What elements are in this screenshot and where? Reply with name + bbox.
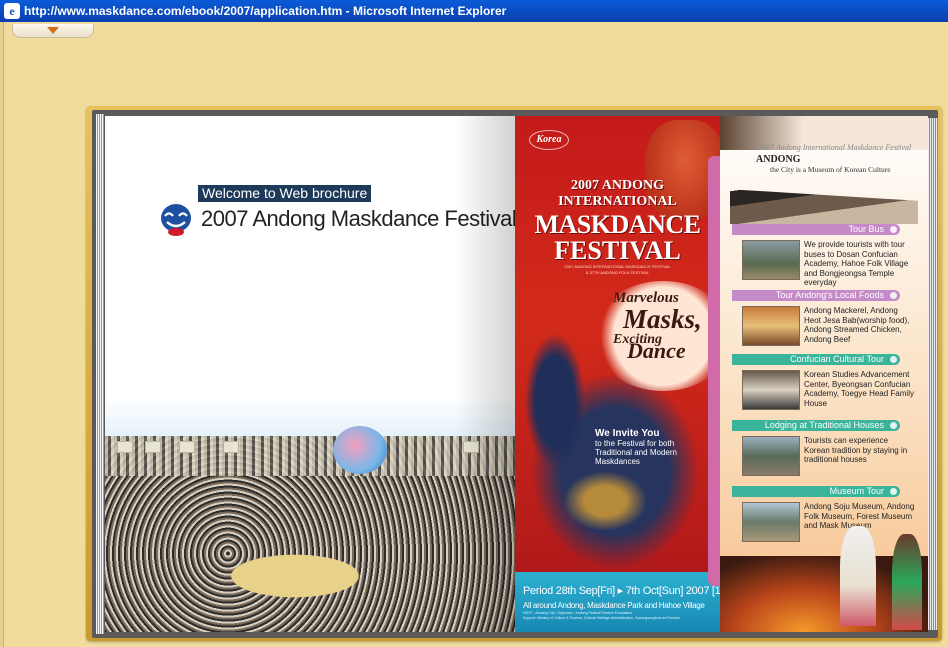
section-title: Tour Bus [848,224,884,234]
festival-poster-page[interactable]: Korea 2007 ANDONG INTERNATIONAL MASKDANC… [515,116,720,632]
invite-text: to the Festival for both Traditional and… [595,439,677,466]
section-local-foods: Tour Andong's Local Foods [732,290,900,301]
hot-air-balloon [333,426,387,474]
hanok-roof-image [730,189,918,224]
city-tagline: the City is a Museum of Korean Culture [770,165,891,174]
stadium-stands [105,436,515,476]
left-page-stack-edge[interactable] [96,114,104,634]
page-tab-edge [708,156,720,586]
mask-dancer-image [840,526,876,626]
welcome-badge: Welcome to Web brochure [198,185,372,202]
section-title: Museum Tour [829,486,884,496]
local-foods-photo [742,306,800,346]
flag-banner [145,441,161,453]
bullet-icon [890,356,897,363]
section-title: Lodging at Traditional Houses [764,420,884,430]
poster-title-line: INTERNATIONAL [558,194,677,209]
triangle-down-icon [47,27,59,34]
ebook-right-page[interactable]: 2007 Andong International Maskdance Fest… [720,116,928,632]
section-title: Confucian Cultural Tour [790,354,884,364]
traditional-lodging-photo [742,436,800,476]
window-left-border [0,22,4,647]
poster-subtitle: 2007 ANDONG INTERNATIONAL MASKDANCE FEST… [564,264,671,269]
flag-banner [117,441,133,453]
korea-logo: Korea [529,130,569,150]
flag-banner [179,441,195,453]
confucian-tour-photo [742,370,800,410]
poster-title-line: 2007 ANDONG [571,178,664,193]
window-title-bar[interactable]: e http://www.maskdance.com/ebook/2007/ap… [0,0,948,22]
section-museum-tour: Museum Tour [732,486,900,497]
section-traditional-lodging: Lodging at Traditional Houses [732,420,900,431]
bullet-icon [890,226,897,233]
slogan-dance: Dance [627,338,686,363]
section-confucian-tour: Confucian Cultural Tour [732,354,900,365]
flag-banner [223,441,239,453]
section-description: Korean Studies Advancement Center, Byeon… [804,370,914,408]
ebook-left-page[interactable]: Welcome to Web brochure 2007 Andong Mask… [105,116,515,632]
page-fold-shadow [455,116,515,632]
andong-heading: ANDONG [756,154,801,165]
invite-title: We Invite You [595,428,660,439]
festival-host: HOST : Andong City / Organizer : Andong … [523,611,633,615]
poster-title-line: FESTIVAL [554,236,681,265]
ie-icon[interactable]: e [4,3,20,19]
right-page-stack-edge[interactable] [928,118,938,630]
bullet-icon [890,292,897,299]
menu-dropdown-tab[interactable] [12,24,94,38]
slogan-masks: Masks, [623,304,702,334]
festival-location: All around Andong, Maskdance Park and Ha… [523,601,705,610]
bullet-icon [890,488,897,495]
section-title: Tour Andong's Local Foods [775,290,884,300]
international-title: 2007 Andong International Maskdance Fest… [758,143,912,152]
mask-dancer-image [892,534,922,630]
tour-bus-photo [742,240,800,280]
poster-subtitle: & 37TH ANDONG FOLK FESTIVAL [585,270,650,275]
festival-support: Support: Ministry of Culture & Tourism, … [523,616,681,620]
mask-logo-icon [161,204,191,236]
section-tour-bus: Tour Bus [732,224,900,235]
section-description: Andong Mackerel, Andong Heot Jesa Bab(wo… [804,306,910,344]
festival-period: Period 28th Sep[Fri] ▸ 7th Oct[Sun] 2007… [523,585,720,597]
museum-tour-photo [742,502,800,542]
bullet-icon [890,422,897,429]
section-description: Tourists can experience Korean tradition… [804,436,908,464]
section-description: We provide tourists with tour buses to D… [804,240,909,287]
window-title: http://www.maskdance.com/ebook/2007/appl… [24,4,507,18]
